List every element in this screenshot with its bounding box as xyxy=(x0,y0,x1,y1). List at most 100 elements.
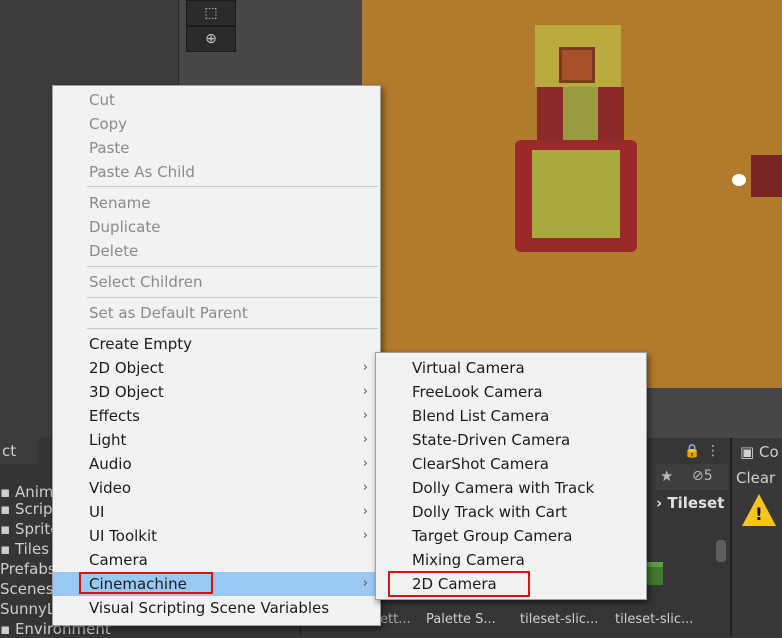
menu-item-set-default-parent[interactable]: Set as Default Parent xyxy=(53,301,380,325)
menu-item-label: Audio xyxy=(89,455,132,473)
palette-item-label: tileset-slic... xyxy=(520,612,599,627)
chevron-right-icon: › xyxy=(362,480,368,495)
context-menu: Cut Copy Paste Paste As Child Rename Dup… xyxy=(52,85,381,626)
submenu-item-freelook-camera[interactable]: FreeLook Camera xyxy=(376,380,646,404)
tree-item-label: Prefabs xyxy=(0,560,56,578)
menu-item-copy[interactable]: Copy xyxy=(53,112,380,136)
menu-item-label: 2D Object xyxy=(89,359,164,377)
menu-separator xyxy=(87,297,378,298)
menu-item-cut[interactable]: Cut xyxy=(53,88,380,112)
menu-item-label: Visual Scripting Scene Variables xyxy=(89,599,330,617)
menu-item-label: Create Empty xyxy=(89,335,192,353)
submenu-item-mixing-camera[interactable]: Mixing Camera xyxy=(376,548,646,572)
menu-item-ui-toolkit[interactable]: UI Toolkit › xyxy=(53,524,380,548)
annotation-box-2d-camera xyxy=(388,571,530,597)
console-panel xyxy=(730,438,782,636)
chevron-right-icon: › xyxy=(362,528,368,543)
console-icon: ▣ xyxy=(740,443,755,461)
palette-item[interactable]: Palette S... xyxy=(426,612,496,627)
transform-tool-icon: ⊕ xyxy=(205,31,217,47)
menu-item-create-empty[interactable]: Create Empty xyxy=(53,332,380,356)
annotation-box-cinemachine xyxy=(79,572,213,594)
menu-item-paste[interactable]: Paste xyxy=(53,136,380,160)
scene-object-white xyxy=(732,174,746,186)
menu-item-label: UI xyxy=(89,503,105,521)
submenu-item-dolly-camera-with-track[interactable]: Dolly Camera with Track xyxy=(376,476,646,500)
palette-item[interactable]: tileset-slic... xyxy=(615,612,693,627)
submenu-item-clearshot-camera[interactable]: ClearShot Camera xyxy=(376,452,646,476)
submenu-item-target-group-camera[interactable]: Target Group Camera xyxy=(376,524,646,548)
menu-separator xyxy=(87,328,378,329)
menu-item-duplicate[interactable]: Duplicate xyxy=(53,215,380,239)
lock-icon[interactable]: 🔒 xyxy=(684,444,700,459)
cinemachine-submenu: Virtual Camera FreeLook Camera Blend Lis… xyxy=(375,352,647,600)
scene-object-red xyxy=(751,155,782,197)
menu-item-ui[interactable]: UI › xyxy=(53,500,380,524)
tree-item[interactable]: ▪ Anim xyxy=(0,483,54,501)
chevron-right-icon: › xyxy=(362,408,368,423)
menu-item-camera[interactable]: Camera xyxy=(53,548,380,572)
menu-item-label: Video xyxy=(89,479,132,497)
chevron-right-icon: › xyxy=(362,360,368,375)
palette-item-label: Palette S... xyxy=(426,612,496,627)
tilemap-path xyxy=(563,87,598,147)
tilemap-top-center xyxy=(559,47,595,83)
menu-item-visual-scripting-scene-variables[interactable]: Visual Scripting Scene Variables xyxy=(53,596,380,620)
menu-separator xyxy=(87,266,378,267)
transform-tool-button[interactable]: ⊕ xyxy=(186,26,236,52)
menu-item-effects[interactable]: Effects › xyxy=(53,404,380,428)
menu-item-label: Light xyxy=(89,431,127,449)
tree-item[interactable]: Prefabs xyxy=(0,560,56,578)
menu-item-label: 3D Object xyxy=(89,383,164,401)
menu-item-light[interactable]: Light › xyxy=(53,428,380,452)
project-tab-label: ct xyxy=(2,442,17,460)
breadcrumb[interactable]: › Tileset xyxy=(656,494,724,512)
menu-item-delete[interactable]: Delete xyxy=(53,239,380,263)
console-clear-button[interactable]: Clear xyxy=(736,469,775,487)
tree-item-label: Tiles xyxy=(14,540,50,558)
submenu-item-blend-list-camera[interactable]: Blend List Camera xyxy=(376,404,646,428)
project-tab[interactable]: ct xyxy=(0,438,38,464)
menu-separator xyxy=(87,186,378,187)
tilemap-pillar-left xyxy=(537,87,563,145)
menu-item-paste-as-child[interactable]: Paste As Child xyxy=(53,160,380,184)
submenu-item-state-driven-camera[interactable]: State-Driven Camera xyxy=(376,428,646,452)
menu-item-label: Effects xyxy=(89,407,140,425)
tree-item[interactable]: ▪ Script xyxy=(0,500,58,518)
chevron-right-icon: › xyxy=(362,456,368,471)
menu-item-3d-object[interactable]: 3D Object › xyxy=(53,380,380,404)
submenu-item-virtual-camera[interactable]: Virtual Camera xyxy=(376,356,646,380)
tree-item-label: Scenes xyxy=(0,580,54,598)
menu-item-label: Camera xyxy=(89,551,148,569)
tree-item-label: Anim xyxy=(14,483,54,501)
scrollbar-thumb[interactable] xyxy=(716,540,726,562)
hidden-count: 5 xyxy=(703,468,713,484)
chevron-right-icon: › xyxy=(362,576,368,591)
menu-item-rename[interactable]: Rename xyxy=(53,191,380,215)
menu-item-select-children[interactable]: Select Children xyxy=(53,270,380,294)
menu-item-label: UI Toolkit xyxy=(89,527,158,545)
rect-tool-icon: ⬚ xyxy=(204,5,218,21)
menu-item-2d-object[interactable]: 2D Object › xyxy=(53,356,380,380)
tree-item[interactable]: ▪ Tiles xyxy=(0,540,49,558)
star-icon[interactable]: ★ xyxy=(660,467,673,485)
console-tab[interactable]: ▣ Co xyxy=(740,443,779,461)
menu-item-audio[interactable]: Audio › xyxy=(53,452,380,476)
chevron-right-icon: › xyxy=(362,504,368,519)
tilemap-main-grass xyxy=(532,150,620,238)
scene-view[interactable] xyxy=(362,0,782,388)
menu-item-video[interactable]: Video › xyxy=(53,476,380,500)
palette-item-label: tileset-slic... xyxy=(615,612,694,627)
clear-label: Clear xyxy=(736,469,776,487)
tree-item[interactable]: Scenes xyxy=(0,580,54,598)
console-tab-label: Co xyxy=(758,443,779,461)
chevron-right-icon: › xyxy=(362,384,368,399)
tilemap-pillar-right xyxy=(598,87,624,145)
tree-item[interactable]: SunnyL xyxy=(0,600,55,618)
rect-tool-button[interactable]: ⬚ xyxy=(186,0,236,26)
palette-item[interactable]: tileset-slic... xyxy=(520,612,598,627)
tree-item[interactable]: ▪ Sprite xyxy=(0,520,59,538)
visibility-toggle[interactable]: ⊘5 xyxy=(692,468,713,484)
more-icon[interactable]: ⋮ xyxy=(706,443,720,459)
submenu-item-dolly-track-with-cart[interactable]: Dolly Track with Cart xyxy=(376,500,646,524)
